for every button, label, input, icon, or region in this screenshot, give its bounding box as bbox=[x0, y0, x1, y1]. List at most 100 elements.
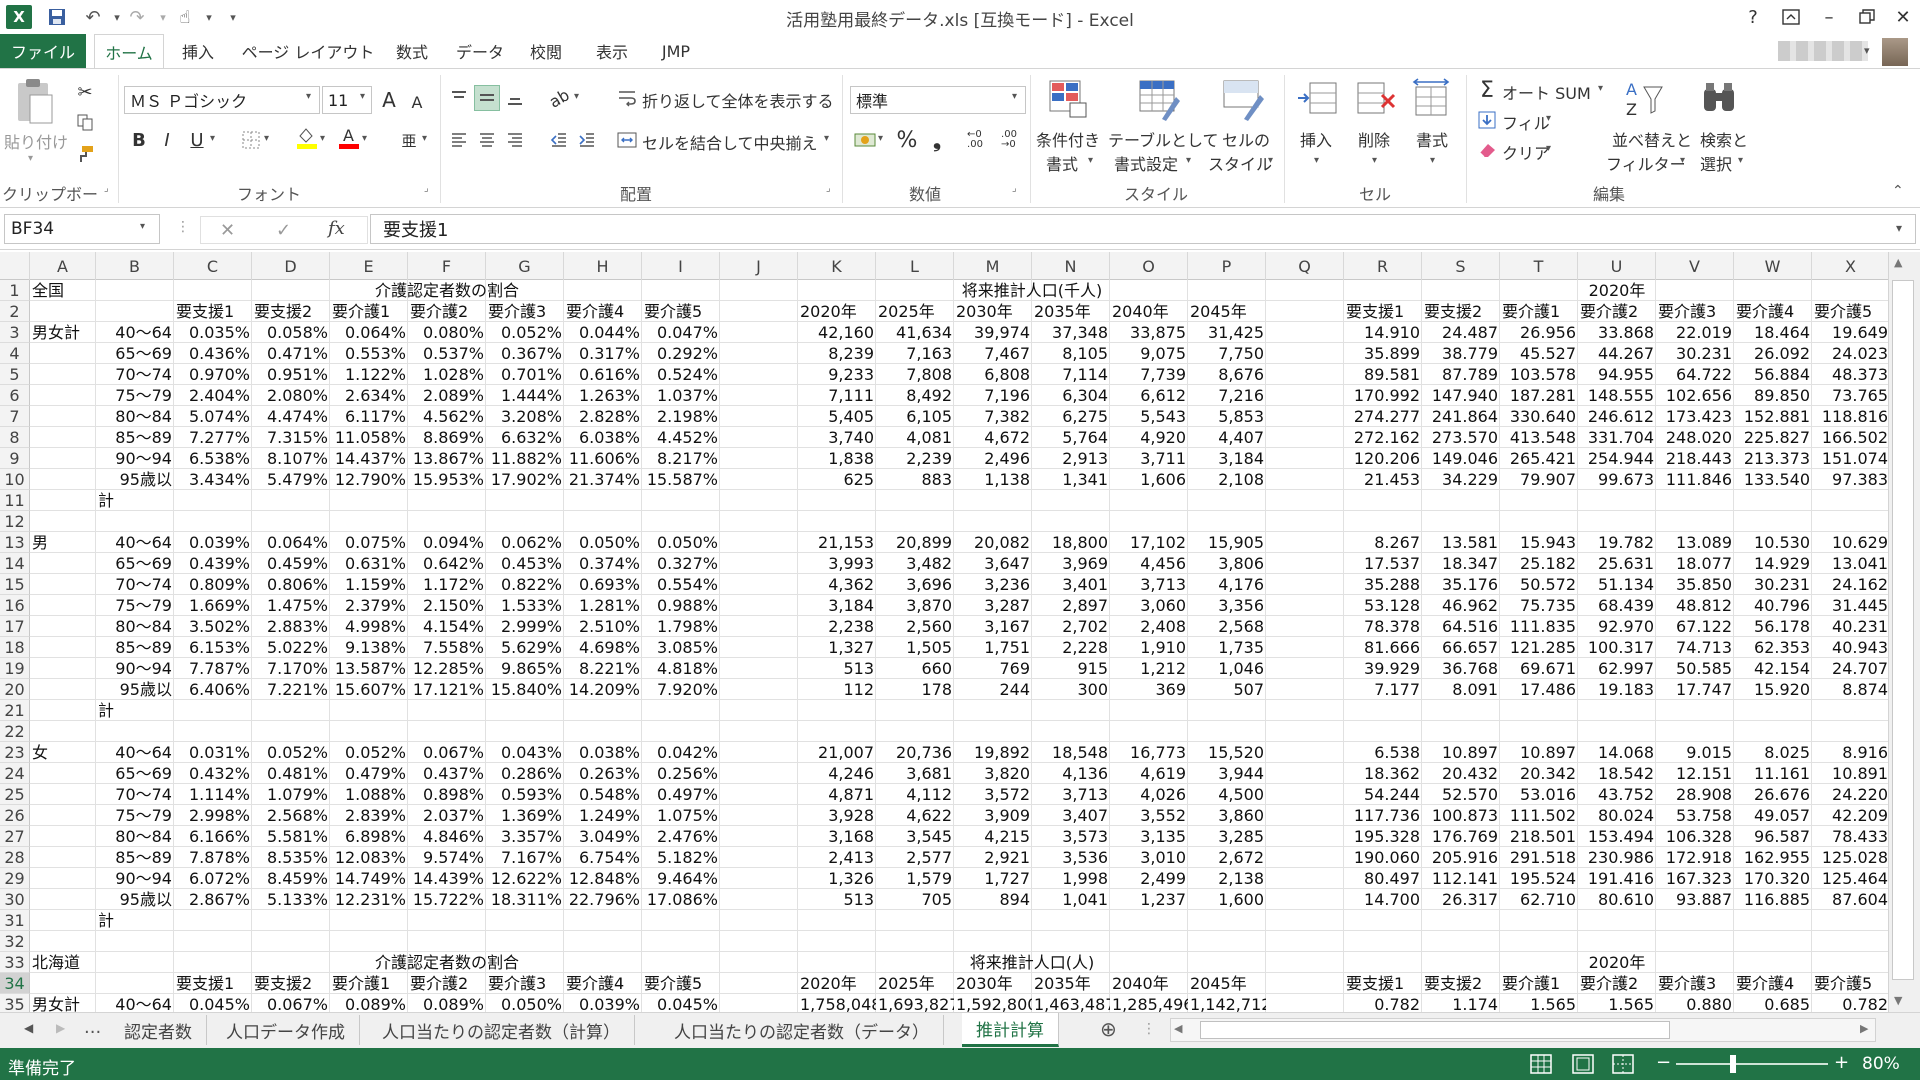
count-cell[interactable]: 50.585 bbox=[1656, 658, 1734, 679]
normal-view-icon[interactable] bbox=[1530, 1054, 1552, 1074]
age-label[interactable]: 80～84 bbox=[96, 616, 174, 637]
count-cell[interactable]: 13.041 bbox=[1812, 553, 1888, 574]
group-label[interactable]: 男女計 bbox=[30, 322, 96, 343]
projection-cell[interactable]: 4,215 bbox=[954, 826, 1032, 847]
expand-formula-bar-icon[interactable]: ▾ bbox=[1896, 221, 1902, 235]
count-cell[interactable]: 10.629 bbox=[1812, 532, 1888, 553]
ratio-cell[interactable]: 0.052% bbox=[486, 322, 564, 343]
tab-view[interactable]: 表示 bbox=[590, 34, 634, 68]
count-cell[interactable]: 45.527 bbox=[1500, 343, 1578, 364]
ratio-cell[interactable]: 2.379% bbox=[330, 595, 408, 616]
font-dropdown-icon[interactable]: ▾ bbox=[306, 91, 311, 102]
row-header[interactable]: 11 bbox=[0, 490, 30, 511]
projection-cell[interactable]: 3,860 bbox=[1188, 805, 1266, 826]
projection-cell[interactable]: 3,713 bbox=[1032, 784, 1110, 805]
row-header[interactable]: 14 bbox=[0, 553, 30, 574]
count-cell[interactable]: 120.206 bbox=[1344, 448, 1422, 469]
count-cell[interactable]: 10.891 bbox=[1812, 763, 1888, 784]
count-cell[interactable]: 35.899 bbox=[1344, 343, 1422, 364]
ratio-cell[interactable]: 0.045% bbox=[174, 994, 252, 1012]
row-header[interactable]: 1 bbox=[0, 280, 30, 301]
count-cell[interactable]: 46.962 bbox=[1422, 595, 1500, 616]
projection-cell[interactable]: 3,944 bbox=[1188, 763, 1266, 784]
count-cell[interactable]: 62.710 bbox=[1500, 889, 1578, 910]
count-cell[interactable]: 96.587 bbox=[1734, 826, 1812, 847]
projection-cell[interactable]: 244 bbox=[954, 679, 1032, 700]
age-label[interactable]: 40～64 bbox=[96, 322, 174, 343]
projection-cell[interactable]: 33,875 bbox=[1110, 322, 1188, 343]
count-cell[interactable]: 149.046 bbox=[1422, 448, 1500, 469]
projection-cell[interactable]: 2,672 bbox=[1188, 847, 1266, 868]
ratio-cell[interactable]: 12.231% bbox=[330, 889, 408, 910]
sheet-tab-per-capita-calc[interactable]: 人口当たりの認定者数（計算） bbox=[368, 1015, 635, 1045]
ratio-cell[interactable]: 0.988% bbox=[642, 595, 720, 616]
font-name-dropdown[interactable]: ＭＳ Ｐゴシック bbox=[124, 86, 320, 114]
zoom-slider-thumb[interactable] bbox=[1730, 1055, 1736, 1073]
projection-cell[interactable]: 3,909 bbox=[954, 805, 1032, 826]
ratio-cell[interactable]: 5.182% bbox=[642, 847, 720, 868]
ratio-cell[interactable]: 0.951% bbox=[252, 364, 330, 385]
increase-indent-icon[interactable] bbox=[574, 127, 600, 153]
projection-cell[interactable]: 6,808 bbox=[954, 364, 1032, 385]
ratio-cell[interactable]: 0.039% bbox=[174, 532, 252, 553]
count-cell[interactable]: 79.907 bbox=[1500, 469, 1578, 490]
cell-styles-dropdown-icon[interactable]: ▾ bbox=[1268, 155, 1273, 166]
format-button[interactable]: 書式 bbox=[1416, 127, 1448, 151]
ratio-cell[interactable]: 1.369% bbox=[486, 805, 564, 826]
projection-cell[interactable]: 20,082 bbox=[954, 532, 1032, 553]
row-header[interactable]: 35 bbox=[0, 994, 30, 1012]
scroll-down-icon[interactable]: ▼ bbox=[1894, 994, 1902, 1007]
count-cell[interactable]: 100.873 bbox=[1422, 805, 1500, 826]
ratio-cell[interactable]: 1.172% bbox=[408, 574, 486, 595]
fill-color-icon[interactable] bbox=[294, 125, 320, 151]
ratio-cell[interactable]: 0.701% bbox=[486, 364, 564, 385]
ratio-cell[interactable]: 0.075% bbox=[330, 532, 408, 553]
sheet-tab-population[interactable]: 人口データ作成 bbox=[212, 1015, 360, 1045]
clear-button[interactable]: クリア bbox=[1502, 140, 1550, 164]
paste-dropdown-icon[interactable]: ▾ bbox=[28, 153, 33, 164]
ratio-cell[interactable]: 7.558% bbox=[408, 637, 486, 658]
projection-cell[interactable]: 7,163 bbox=[876, 343, 954, 364]
count-cell[interactable]: 106.328 bbox=[1656, 826, 1734, 847]
care-level-header[interactable]: 要介護2 bbox=[1578, 973, 1656, 994]
count-cell[interactable]: 87.604 bbox=[1812, 889, 1888, 910]
find-select-label[interactable]: 検索と bbox=[1700, 127, 1748, 151]
ratio-cell[interactable]: 14.439% bbox=[408, 868, 486, 889]
projection-cell[interactable]: 1,041 bbox=[1032, 889, 1110, 910]
count-cell[interactable]: 18.542 bbox=[1578, 763, 1656, 784]
increase-decimal-icon[interactable]: ←0.00 bbox=[962, 127, 988, 153]
projection-cell[interactable]: 3,482 bbox=[876, 553, 954, 574]
projection-cell[interactable]: 625 bbox=[798, 469, 876, 490]
name-box-dropdown-icon[interactable]: ▾ bbox=[140, 221, 145, 232]
row-header[interactable]: 3 bbox=[0, 322, 30, 343]
count-cell[interactable]: 34.229 bbox=[1422, 469, 1500, 490]
italic-button[interactable]: I bbox=[154, 127, 180, 153]
ratio-cell[interactable]: 2.999% bbox=[486, 616, 564, 637]
ratio-cell[interactable]: 0.067% bbox=[408, 742, 486, 763]
autosum-dropdown-icon[interactable]: ▾ bbox=[1598, 83, 1603, 94]
ratio-cell[interactable]: 0.437% bbox=[408, 763, 486, 784]
currency-dropdown-icon[interactable]: ▾ bbox=[878, 133, 883, 144]
projection-cell[interactable]: 1,579 bbox=[876, 868, 954, 889]
age-label[interactable]: 65～69 bbox=[96, 343, 174, 364]
count-cell[interactable]: 18.347 bbox=[1422, 553, 1500, 574]
projection-cell[interactable]: 3,740 bbox=[798, 427, 876, 448]
projection-cell[interactable]: 3,184 bbox=[798, 595, 876, 616]
ratio-cell[interactable]: 0.050% bbox=[564, 532, 642, 553]
projection-cell[interactable]: 3,287 bbox=[954, 595, 1032, 616]
projection-cell[interactable]: 1,326 bbox=[798, 868, 876, 889]
ratio-cell[interactable]: 6.754% bbox=[564, 847, 642, 868]
ratio-cell[interactable]: 12.848% bbox=[564, 868, 642, 889]
count-cell[interactable]: 13.581 bbox=[1422, 532, 1500, 553]
count-cell[interactable]: 9.015 bbox=[1656, 742, 1734, 763]
ratio-cell[interactable]: 1.281% bbox=[564, 595, 642, 616]
ratio-cell[interactable]: 2.080% bbox=[252, 385, 330, 406]
ratio-cell[interactable]: 3.049% bbox=[564, 826, 642, 847]
cells[interactable]: 1 2 3 4 5 6 7 8 9 10 11 12 13 14 15 16 17 18 19 20 21 22 23 24 2… bbox=[0, 252, 1888, 1012]
count-cell[interactable]: 291.518 bbox=[1500, 847, 1578, 868]
ratio-cell[interactable]: 8.221% bbox=[564, 658, 642, 679]
minimize-button[interactable]: – bbox=[1810, 2, 1848, 32]
wrap-text-icon[interactable] bbox=[614, 85, 640, 111]
count-cell[interactable]: 99.673 bbox=[1578, 469, 1656, 490]
projection-cell[interactable]: 3,820 bbox=[954, 763, 1032, 784]
